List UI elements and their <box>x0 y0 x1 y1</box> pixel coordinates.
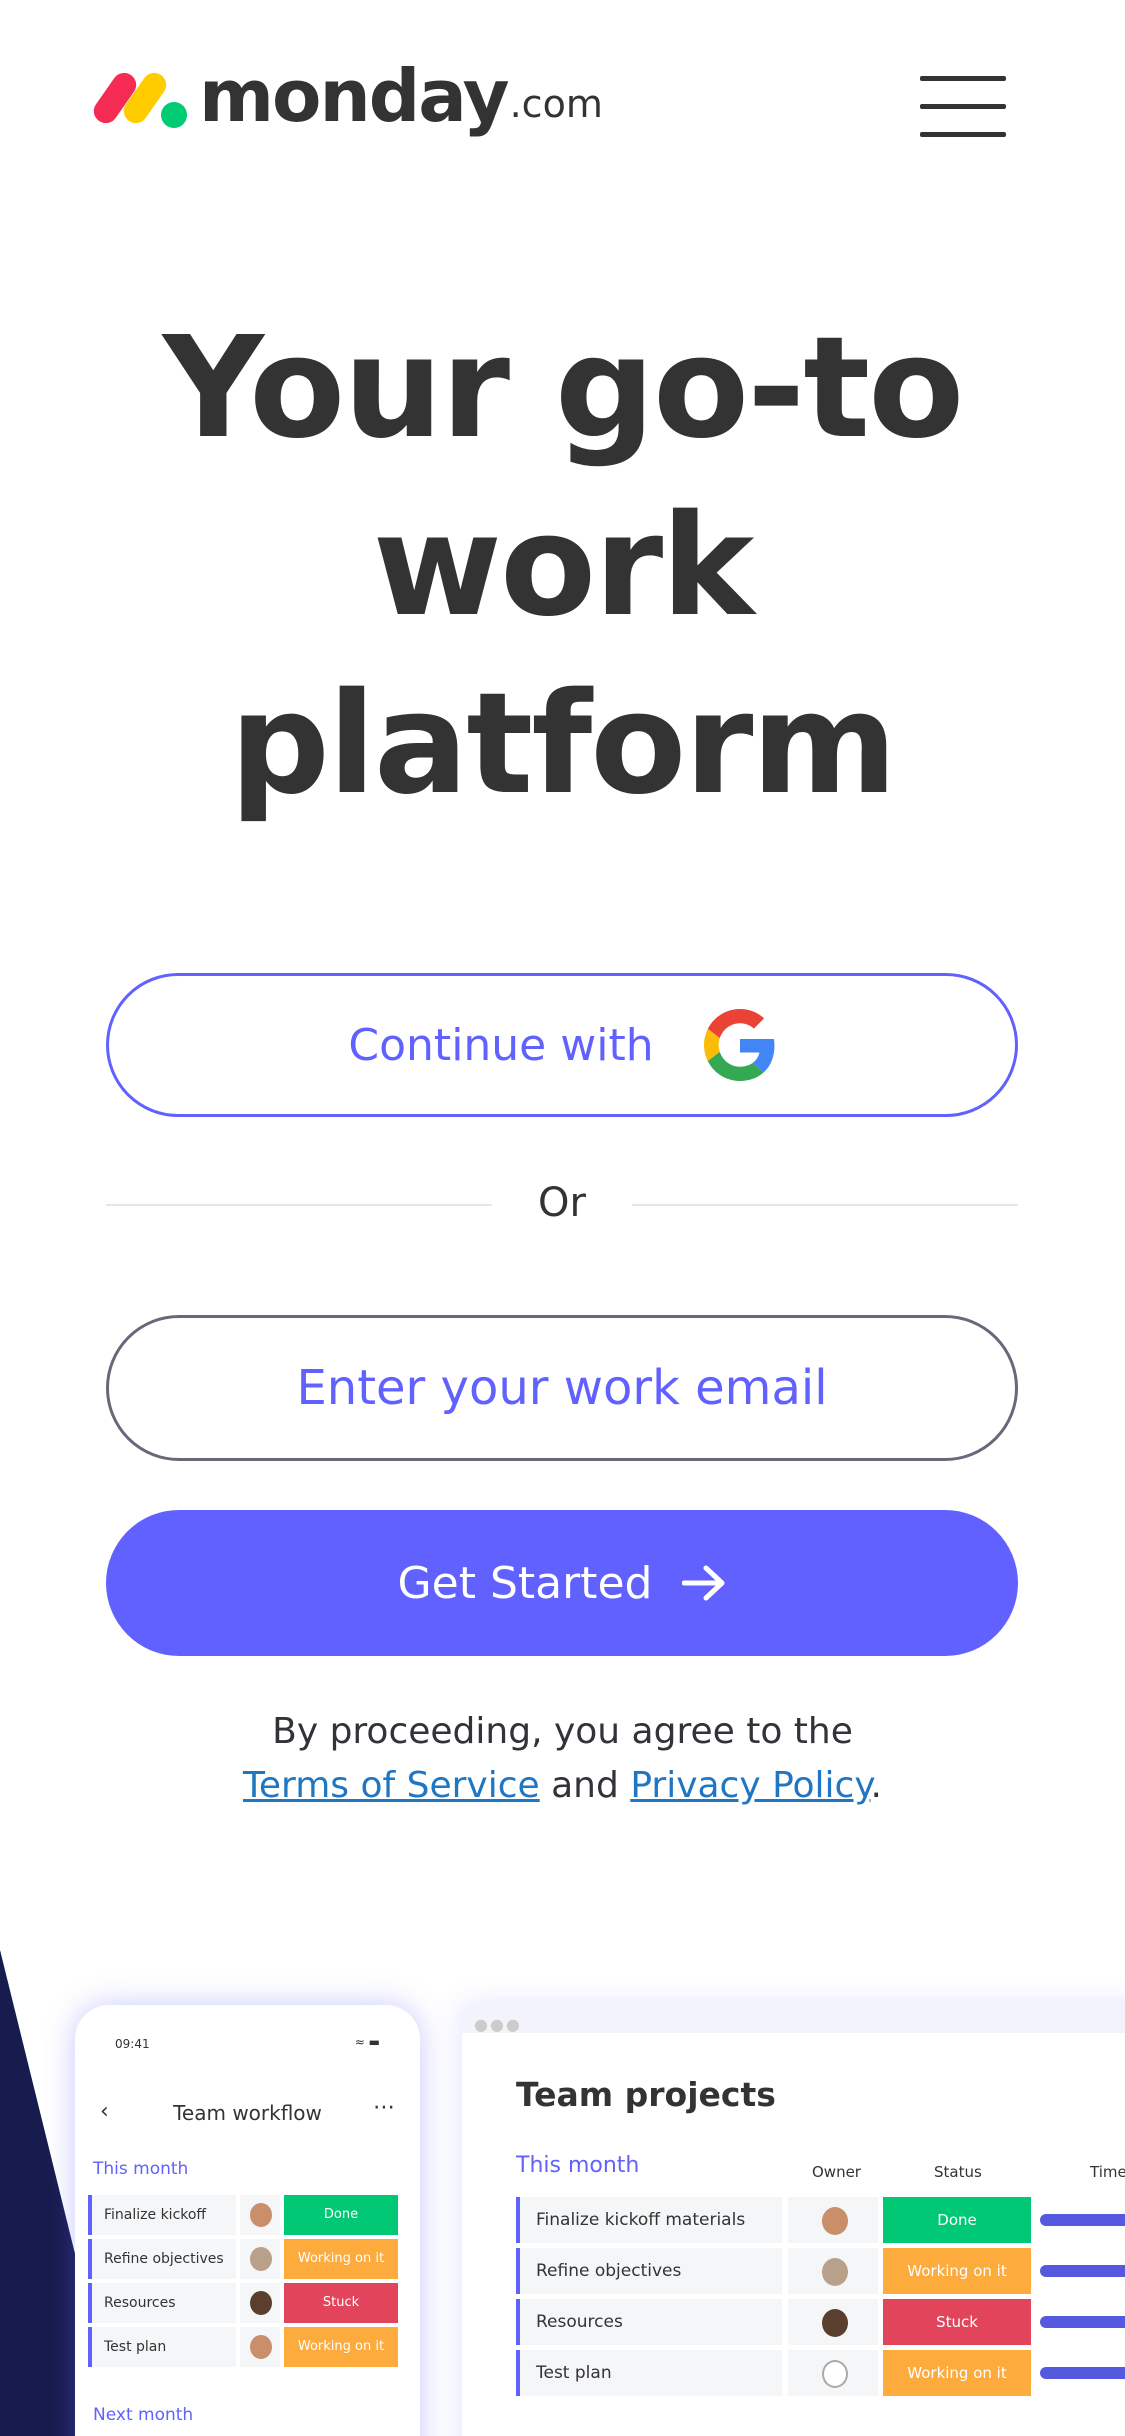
avatar <box>240 2283 280 2323</box>
legal-and: and <box>551 1765 619 1806</box>
timeline-bar <box>1040 2316 1125 2328</box>
phone-board-title: Team workflow <box>173 2101 322 2125</box>
google-button-label: Continue with <box>348 1019 654 1071</box>
table-row-name: Resources <box>516 2299 782 2345</box>
timeline-bar <box>1040 2265 1125 2277</box>
get-started-label: Get Started <box>397 1557 653 1609</box>
status-badge: Done <box>284 2195 398 2235</box>
legal-suffix: . <box>870 1765 882 1806</box>
get-started-button[interactable]: Get Started <box>106 1510 1018 1656</box>
phone-row-name: Finalize kickoff <box>88 2195 236 2235</box>
phone-row-name: Refine objectives <box>88 2239 236 2279</box>
status-badge: Working on it <box>284 2327 398 2367</box>
legal-notice: By proceeding, you agree to the Terms of… <box>0 1705 1125 1813</box>
avatar-placeholder-icon <box>788 2350 878 2396</box>
table-row-name: Test plan <box>516 2350 782 2396</box>
phone-time: 09:41 <box>115 2037 150 2051</box>
terms-of-service-link[interactable]: Terms of Service <box>243 1765 540 1806</box>
phone-row: Finalize kickoff Done <box>88 2195 408 2235</box>
table-row-name: Refine objectives <box>516 2248 782 2294</box>
desktop-board-title: Team projects <box>516 2075 776 2114</box>
phone-preview: 09:41 ≈ ▬ ‹ Team workflow ⋯ This month F… <box>75 2005 420 2436</box>
avatar <box>240 2239 280 2279</box>
table-row: Finalize kickoff materials Done <box>516 2197 1125 2243</box>
table-row: Resources Stuck <box>516 2299 1125 2345</box>
more-options-icon: ⋯ <box>373 2095 395 2120</box>
logo-suffix: .com <box>509 82 603 126</box>
site-header: monday .com <box>0 0 1125 210</box>
timeline-bar <box>1040 2214 1125 2226</box>
or-divider: Or <box>106 1180 1018 1230</box>
privacy-policy-link[interactable]: Privacy Policy <box>630 1765 870 1806</box>
table-row: Test plan Working on it <box>516 2350 1125 2396</box>
product-preview-section: 09:41 ≈ ▬ ‹ Team workflow ⋯ This month F… <box>0 1950 1125 2436</box>
monday-logo-mark-icon <box>89 62 187 132</box>
phone-next-group-title: Next month <box>93 2405 194 2425</box>
table-row: Refine objectives Working on it <box>516 2248 1125 2294</box>
logo-wordmark: monday <box>199 54 510 138</box>
continue-with-google-button[interactable]: Continue with <box>106 973 1018 1117</box>
avatar <box>788 2299 878 2345</box>
column-header-time: Time <box>1090 2163 1125 2181</box>
desktop-group-title: This month <box>516 2153 640 2178</box>
hamburger-menu-icon[interactable] <box>920 76 1006 140</box>
divider-line-right <box>632 1204 1018 1206</box>
status-badge: Working on it <box>284 2239 398 2279</box>
avatar <box>240 2195 280 2235</box>
status-badge: Stuck <box>883 2299 1031 2345</box>
avatar <box>788 2248 878 2294</box>
status-badge: Working on it <box>883 2248 1031 2294</box>
phone-row: Refine objectives Working on it <box>88 2239 408 2279</box>
or-text: Or <box>538 1180 586 1226</box>
hero-line-1: Your go-to <box>162 307 965 470</box>
phone-row: Test plan Working on it <box>88 2327 408 2367</box>
legal-prefix: By proceeding, you agree to the <box>272 1711 853 1752</box>
timeline-bar <box>1040 2367 1125 2379</box>
phone-group-title: This month <box>93 2159 189 2179</box>
status-badge: Stuck <box>284 2283 398 2323</box>
phone-row-name: Test plan <box>88 2327 236 2367</box>
status-badge: Done <box>883 2197 1031 2243</box>
window-topbar <box>462 2005 1125 2033</box>
desktop-preview: ●●● Team projects This month Owner Statu… <box>462 2005 1125 2436</box>
column-header-status: Status <box>934 2163 982 2181</box>
hero-heading: Your go-to work platform <box>0 300 1125 834</box>
phone-row: Resources Stuck <box>88 2283 408 2323</box>
column-header-owner: Owner <box>812 2163 861 2181</box>
work-email-input[interactable] <box>106 1315 1018 1461</box>
wifi-battery-icon: ≈ ▬ <box>354 2035 380 2049</box>
avatar <box>788 2197 878 2243</box>
status-badge: Working on it <box>883 2350 1031 2396</box>
monday-logo[interactable]: monday .com <box>89 54 603 138</box>
phone-row-name: Resources <box>88 2283 236 2323</box>
table-row-name: Finalize kickoff materials <box>516 2197 782 2243</box>
avatar <box>240 2327 280 2367</box>
arrow-right-icon <box>682 1565 725 1601</box>
hero-line-3: platform <box>229 663 898 826</box>
window-dots-icon: ●●● <box>474 2015 522 2034</box>
google-icon <box>703 1009 775 1081</box>
hero-line-2: work <box>372 485 755 648</box>
